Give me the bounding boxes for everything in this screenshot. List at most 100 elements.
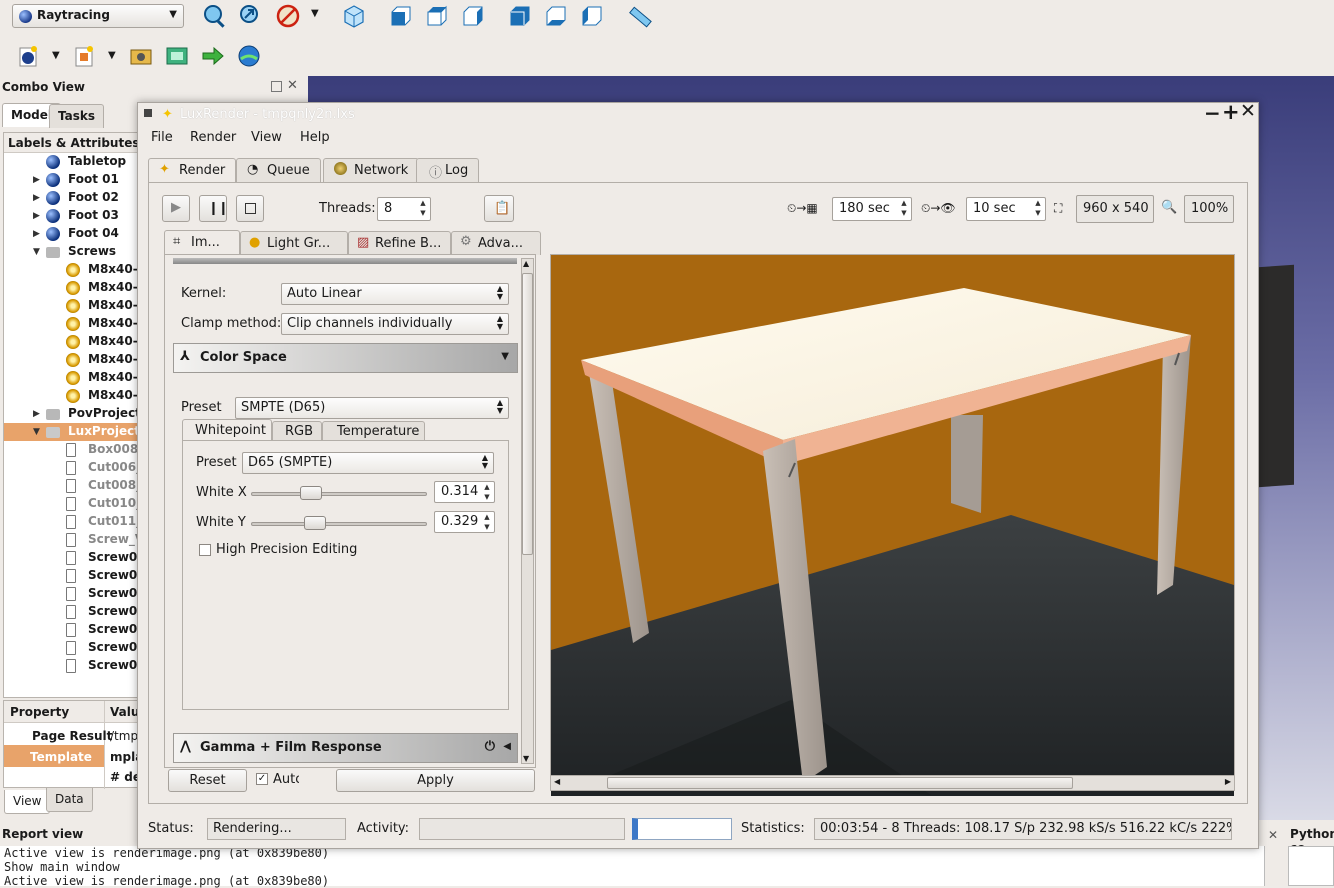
copy-to-clipboard-button[interactable]: 📋 — [484, 195, 514, 222]
color-preset-select[interactable]: SMPTE (D65) ▲ ▼ — [235, 397, 509, 419]
start-render-button[interactable]: ▶ — [162, 195, 190, 222]
minimize-icon[interactable]: − — [1204, 101, 1221, 125]
tab-temperature[interactable]: Temperature — [322, 421, 425, 441]
tab-whitepoint[interactable]: Whitepoint — [182, 419, 272, 441]
tree-item[interactable]: M8x40-S — [4, 387, 139, 405]
tree-item[interactable]: Cut008_V — [4, 477, 139, 495]
white-x-handle[interactable] — [300, 486, 322, 500]
reset-button[interactable]: Reset — [168, 769, 247, 792]
float-icon[interactable] — [271, 81, 282, 92]
tab-data[interactable]: Data — [46, 788, 93, 812]
tree-item[interactable]: ▼ Screws — [4, 243, 139, 261]
view-top-icon[interactable] — [424, 3, 450, 29]
gamma-header[interactable]: ⋀ Gamma + Film Response ⏻ ◀ — [173, 733, 518, 763]
scrollbar[interactable]: ▲ ▼ — [521, 258, 534, 764]
white-y-spinbox[interactable]: 0.329 ▲ ▼ — [434, 511, 495, 533]
tree-item[interactable]: Screw_Vi — [4, 531, 139, 549]
tab-advanced[interactable]: ⚙ Adva... — [451, 231, 541, 255]
close-icon[interactable]: ✕ — [287, 78, 298, 93]
tree-item[interactable]: Tabletop — [4, 153, 139, 171]
tree-item[interactable]: Screw00 — [4, 639, 139, 657]
maximize-icon[interactable]: + — [1222, 100, 1240, 124]
white-y-handle[interactable] — [304, 516, 326, 530]
export-arrow-icon[interactable] — [200, 43, 226, 69]
expand-icon[interactable]: ◀ — [503, 741, 511, 752]
collapse-icon[interactable]: ▼ — [33, 427, 40, 437]
tree-item[interactable]: M8x40-S — [4, 261, 139, 279]
color-space-header[interactable]: ⅄ Color Space ▼ — [173, 343, 518, 373]
apply-button[interactable]: Apply — [336, 769, 535, 792]
camera-icon[interactable] — [164, 43, 190, 69]
view-right-icon[interactable] — [460, 3, 486, 29]
tree-item[interactable]: Cut006_V — [4, 459, 139, 477]
tree-item[interactable]: M8x40-S — [4, 333, 139, 351]
spin-arrows-icon[interactable]: ▲ ▼ — [416, 198, 430, 220]
expand-icon[interactable]: ▶ — [33, 193, 40, 203]
render-view[interactable] — [550, 254, 1235, 796]
tree-item[interactable]: M8x40-S — [4, 297, 139, 315]
chevron-down-icon[interactable]: ▼ — [311, 8, 319, 19]
tree-item[interactable]: ▶ Foot 01 — [4, 171, 139, 189]
threads-spinbox[interactable]: 8 ▲ ▼ — [377, 197, 431, 221]
collapse-icon[interactable]: ▼ — [33, 247, 40, 257]
pause-button[interactable]: ❙❙ — [199, 195, 229, 222]
expand-icon[interactable]: ▶ — [33, 409, 40, 419]
draw-style-icon[interactable] — [275, 3, 301, 29]
expand-icon[interactable]: ▶ — [33, 175, 40, 185]
view-isometric-icon[interactable] — [341, 3, 367, 29]
menu-view[interactable]: View — [251, 130, 282, 145]
scroll-right-icon[interactable]: ▶ — [1225, 777, 1231, 786]
scroll-down-icon[interactable]: ▼ — [523, 754, 529, 763]
kernel-select[interactable]: Auto Linear ▲ ▼ — [281, 283, 509, 305]
tree-item[interactable]: ▶ Foot 02 — [4, 189, 139, 207]
tab-refine-brightness[interactable]: ▨ Refine B... — [348, 231, 451, 255]
chevron-down-icon[interactable]: ▼ — [52, 50, 60, 61]
refresh-spinbox[interactable]: 10 sec ▲ ▼ — [966, 197, 1046, 221]
scroll-thumb[interactable] — [522, 273, 533, 555]
power-icon[interactable]: ⏻ — [485, 739, 495, 754]
close-icon[interactable]: ✕ — [1268, 828, 1278, 842]
tree-item[interactable]: M8x40-S — [4, 369, 139, 387]
tab-tasks[interactable]: Tasks — [49, 104, 105, 128]
spin-arrows-icon[interactable]: ▲ ▼ — [1031, 198, 1045, 220]
tree-item[interactable]: M8x40-S — [4, 279, 139, 297]
collapse-icon[interactable]: ▼ — [501, 351, 509, 362]
tree-item[interactable]: Screw00 — [4, 621, 139, 639]
view-rear-icon[interactable] — [507, 3, 533, 29]
chevron-down-icon[interactable]: ▼ — [108, 50, 116, 61]
spin-arrows-icon[interactable]: ▲ ▼ — [480, 512, 494, 532]
wp-preset-select[interactable]: D65 (SMPTE) ▲ ▼ — [242, 452, 494, 474]
tree-item[interactable]: Box008_V — [4, 441, 139, 459]
white-x-slider[interactable] — [251, 492, 427, 496]
tab-rgb[interactable]: RGB — [272, 421, 322, 441]
expand-icon[interactable]: ▶ — [33, 229, 40, 239]
expand-icon[interactable]: ▶ — [33, 211, 40, 221]
tree-item[interactable]: ▶ Foot 03 — [4, 207, 139, 225]
horizontal-scrollbar[interactable]: ◀ ▶ — [550, 775, 1235, 791]
new-project-icon[interactable] — [16, 43, 42, 69]
tab-light-groups[interactable]: ● Light Gr... — [240, 231, 348, 255]
tab-network[interactable]: Network — [323, 158, 420, 182]
menu-file[interactable]: File — [151, 130, 173, 145]
tab-queue[interactable]: ◔ Queue — [236, 158, 321, 182]
view-bottom-icon[interactable] — [543, 3, 569, 29]
close-icon[interactable]: ✕ — [1240, 100, 1256, 122]
tree-item[interactable]: ▶ Foot 04 — [4, 225, 139, 243]
insert-part-icon[interactable] — [72, 43, 98, 69]
tree-item[interactable]: Screw00 — [4, 549, 139, 567]
tab-imaging[interactable]: ⌗ Im... — [164, 230, 240, 254]
render-globe-icon[interactable] — [236, 43, 262, 69]
measure-icon[interactable] — [627, 3, 653, 29]
clamp-select[interactable]: Clip channels individually ▲ ▼ — [281, 313, 509, 335]
tree-item[interactable]: Screw00 — [4, 603, 139, 621]
view-front-icon[interactable] — [388, 3, 414, 29]
tree-item[interactable]: Cut010_V — [4, 495, 139, 513]
tab-render[interactable]: ✦ Render — [148, 158, 237, 183]
tree-item[interactable]: M8x40-S — [4, 351, 139, 369]
tree-item[interactable]: M8x40-S — [4, 315, 139, 333]
python-console[interactable] — [1288, 846, 1334, 886]
prop-value[interactable]: /tmp — [110, 729, 138, 743]
spin-arrows-icon[interactable]: ▲ ▼ — [480, 482, 494, 502]
zoom-selection-icon[interactable] — [238, 3, 264, 29]
view-left-icon[interactable] — [579, 3, 605, 29]
